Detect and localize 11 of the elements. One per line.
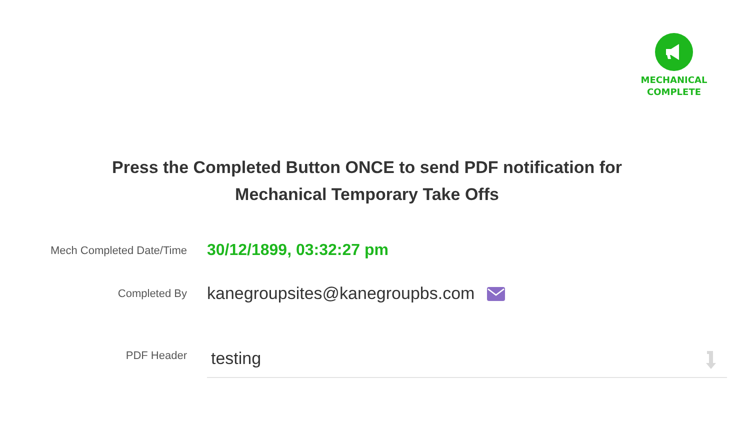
- date-time-value: 30/12/1899, 03:32:27 pm: [207, 242, 388, 260]
- megaphone-icon[interactable]: [655, 33, 693, 71]
- field-label: PDF Header: [124, 350, 187, 362]
- envelope-icon[interactable]: [486, 287, 505, 301]
- badge-label: MECHANICAL COMPLETE: [640, 75, 708, 99]
- instruction-heading: Press the Completed Button ONCE to send PDF notification for Mechanical Temporary Take Offs: [110, 157, 624, 206]
- arrow-down-icon: [705, 348, 717, 368]
- field-label: Mech Completed Date/Time: [49, 245, 187, 257]
- field-label: Completed By: [116, 288, 187, 300]
- email-value: kanegroupsites@kanegroupbs.com: [207, 284, 475, 304]
- pdf-header-field[interactable]: testing: [207, 340, 727, 378]
